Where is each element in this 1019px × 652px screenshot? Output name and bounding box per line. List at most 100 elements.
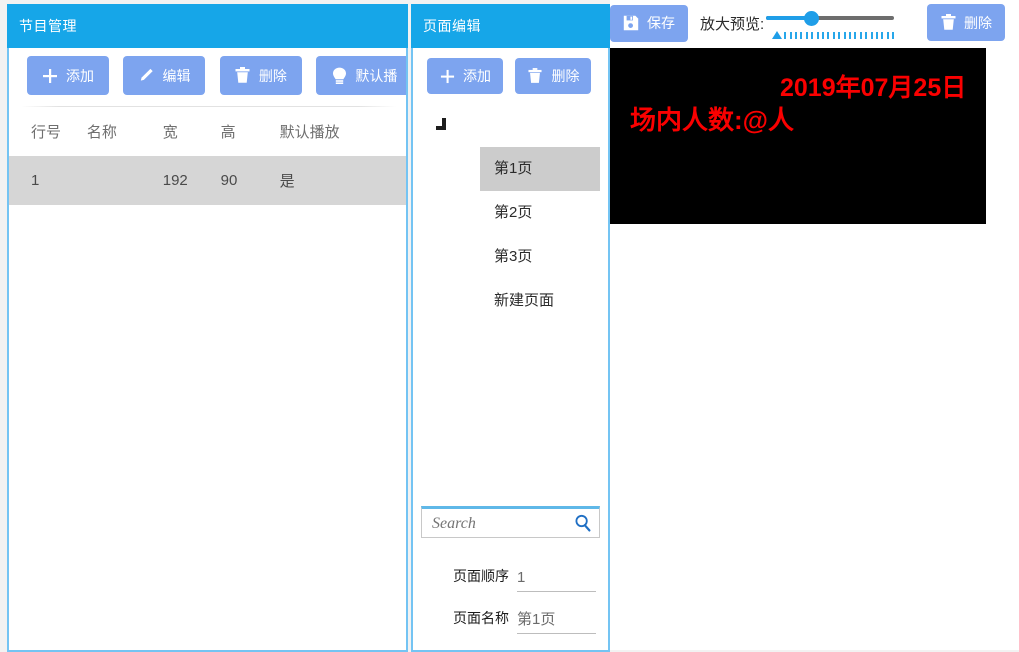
col-header-row-no: 行号: [9, 107, 87, 156]
slider-tick-pointer-icon: [772, 31, 782, 39]
page-editor-body: 添加 删除 第1页: [411, 48, 610, 652]
add-page-button[interactable]: 添加: [427, 58, 503, 94]
preview-region: 保存 放大预览: 删除: [610, 0, 1019, 650]
slider-tick: [854, 32, 856, 39]
slider-tick: [887, 32, 889, 39]
delete-program-label: 删除: [259, 66, 287, 86]
slider-tick: [827, 32, 829, 39]
slider-tick: [790, 32, 792, 39]
program-manager-title: 节目管理: [7, 4, 408, 48]
slider-tick: [849, 32, 851, 39]
slider-tick: [800, 32, 802, 39]
delete-label: 删除: [964, 13, 992, 33]
app-root: 节目管理 添加: [0, 0, 1019, 650]
slider-tick-marks: [772, 28, 896, 39]
preview-toolbar: 保存 放大预览: 删除: [610, 0, 1019, 46]
trash-icon: [235, 67, 251, 85]
edit-program-button[interactable]: 编辑: [123, 56, 205, 95]
delete-page-label: 删除: [551, 66, 579, 86]
tree-connector-icon: [435, 116, 451, 132]
save-button[interactable]: 保存: [610, 5, 688, 42]
slider-tick: [838, 32, 840, 39]
page-order-input[interactable]: [517, 569, 596, 586]
preview-count-text[interactable]: 场内人数:@人: [630, 100, 794, 137]
slider-tick: [817, 32, 819, 39]
bulb-icon: [331, 67, 347, 85]
search-box[interactable]: [421, 506, 600, 538]
slider-tick: [876, 32, 878, 39]
delete-page-button[interactable]: 删除: [515, 58, 591, 94]
save-icon: [623, 14, 639, 32]
slider-tick: [860, 32, 862, 39]
search-icon[interactable]: [573, 513, 593, 533]
page-name-input[interactable]: [517, 610, 596, 627]
trash-icon: [940, 14, 956, 32]
slider-thumb[interactable]: [804, 11, 819, 26]
slider-tick: [784, 32, 786, 39]
edit-program-label: 编辑: [162, 66, 190, 86]
zoom-slider[interactable]: [766, 9, 894, 39]
form-row-page-name: 页面名称: [413, 592, 608, 634]
slider-tick: [871, 32, 873, 39]
page-name-field-wrap: [517, 610, 596, 634]
page-toolbar: 添加 删除: [413, 48, 608, 102]
list-item[interactable]: 新建页面: [480, 279, 600, 323]
slider-tick: [811, 32, 813, 39]
page-item-label: 第1页: [494, 160, 532, 177]
program-table-header-row: 行号 名称 宽 高 默认播放: [9, 107, 406, 156]
preview-canvas[interactable]: 2019年07月25日 场内人数:@人: [610, 48, 986, 224]
list-item[interactable]: 第1页: [480, 147, 600, 191]
program-manager-body: 添加 编辑: [7, 48, 408, 652]
trash-icon: [527, 67, 543, 85]
page-item-label: 第2页: [494, 204, 532, 221]
page-editor-title: 页面编辑: [411, 4, 610, 48]
delete-program-button[interactable]: 删除: [220, 56, 302, 95]
zoom-preview-label: 放大预览:: [700, 13, 764, 34]
slider-tick: [844, 32, 846, 39]
slider-tick: [833, 32, 835, 39]
slider-tick: [865, 32, 867, 39]
slider-tick: [881, 32, 883, 39]
page-item-label: 新建页面: [494, 292, 554, 309]
slider-tick: [795, 32, 797, 39]
page-list: 第1页 第2页 第3页 新建页面: [480, 147, 600, 323]
slider-tick: [892, 32, 894, 39]
program-table: 行号 名称 宽 高 默认播放 1 192 90 是: [9, 107, 406, 205]
cell-width: 192: [163, 156, 221, 205]
page-item-label: 第3页: [494, 248, 532, 265]
plus-icon: [42, 67, 58, 85]
plus-icon: [439, 67, 455, 85]
cell-height: 90: [221, 156, 280, 205]
cell-default-play: 是: [280, 156, 406, 205]
program-toolbar: 添加 编辑: [9, 48, 406, 106]
search-container: [421, 506, 600, 538]
col-header-height: 高: [221, 107, 280, 156]
default-play-button[interactable]: 默认播: [316, 56, 406, 95]
search-input[interactable]: [430, 509, 569, 539]
save-label: 保存: [647, 13, 675, 33]
page-order-field-wrap: [517, 569, 596, 592]
page-properties-form: 页面顺序 页面名称 翻页时间(秒): [413, 550, 608, 652]
page-order-label: 页面顺序: [413, 566, 517, 592]
delete-button[interactable]: 删除: [927, 4, 1005, 41]
add-page-label: 添加: [463, 66, 491, 86]
slider-tick: [822, 32, 824, 39]
slider-tick: [806, 32, 808, 39]
add-program-label: 添加: [66, 66, 94, 86]
program-manager-panel: 节目管理 添加: [7, 4, 408, 652]
add-program-button[interactable]: 添加: [27, 56, 109, 95]
form-row-page-order: 页面顺序: [413, 550, 608, 592]
col-header-name: 名称: [87, 107, 163, 156]
page-editor-panel: 页面编辑 添加: [411, 4, 610, 652]
cell-row-no: 1: [9, 156, 87, 205]
col-header-default-play: 默认播放: [280, 107, 406, 156]
col-header-width: 宽: [163, 107, 221, 156]
form-row-page-turn-seconds: 翻页时间(秒): [413, 634, 608, 652]
preview-date-text[interactable]: 2019年07月25日: [780, 68, 966, 104]
cell-name: [87, 156, 163, 205]
table-row[interactable]: 1 192 90 是: [9, 156, 406, 205]
default-play-label: 默认播: [355, 66, 397, 86]
page-name-label: 页面名称: [413, 608, 517, 634]
list-item[interactable]: 第3页: [480, 235, 600, 279]
list-item[interactable]: 第2页: [480, 191, 600, 235]
